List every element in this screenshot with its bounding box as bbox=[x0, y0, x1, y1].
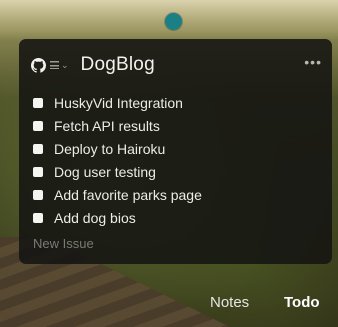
checkbox[interactable] bbox=[33, 166, 43, 177]
list-item: Add favorite parks page bbox=[33, 183, 202, 206]
tab-todo[interactable]: Todo bbox=[284, 294, 320, 311]
tab-notes[interactable]: Notes bbox=[210, 294, 249, 311]
list-item: Fetch API results bbox=[33, 114, 202, 137]
list-menu-icon bbox=[50, 61, 59, 69]
list-item: Dog user testing bbox=[33, 160, 202, 183]
todo-label: Deploy to Hairoku bbox=[54, 140, 166, 157]
list-item: Deploy to Hairoku bbox=[33, 137, 202, 160]
checkbox[interactable] bbox=[33, 120, 43, 131]
checkbox[interactable] bbox=[33, 189, 43, 200]
list-menu-button[interactable]: ⌄ bbox=[50, 60, 69, 71]
new-issue-input[interactable]: New Issue bbox=[33, 236, 94, 251]
todo-panel: ⌄ DogBlog ••• HuskyVid Integration Fetch… bbox=[19, 39, 332, 264]
checkbox[interactable] bbox=[33, 143, 43, 154]
repo-title: DogBlog bbox=[80, 54, 155, 75]
todo-label: Add dog bios bbox=[54, 209, 136, 226]
list-item: HuskyVid Integration bbox=[33, 91, 202, 114]
todo-label: Fetch API results bbox=[54, 117, 160, 134]
more-icon[interactable]: ••• bbox=[304, 55, 322, 69]
todo-label: Dog user testing bbox=[54, 163, 156, 180]
window-drag-handle[interactable] bbox=[165, 13, 182, 30]
todo-label: HuskyVid Integration bbox=[54, 94, 183, 111]
bottom-tabs: Notes Todo bbox=[0, 294, 338, 314]
checkbox[interactable] bbox=[33, 212, 43, 223]
github-icon[interactable] bbox=[31, 57, 46, 73]
chevron-down-icon: ⌄ bbox=[61, 59, 69, 70]
panel-header: ⌄ DogBlog bbox=[31, 54, 155, 75]
checkbox[interactable] bbox=[33, 97, 43, 108]
list-item: Add dog bios bbox=[33, 206, 202, 229]
todo-label: Add favorite parks page bbox=[54, 186, 202, 203]
todo-list: HuskyVid Integration Fetch API results D… bbox=[33, 91, 202, 229]
